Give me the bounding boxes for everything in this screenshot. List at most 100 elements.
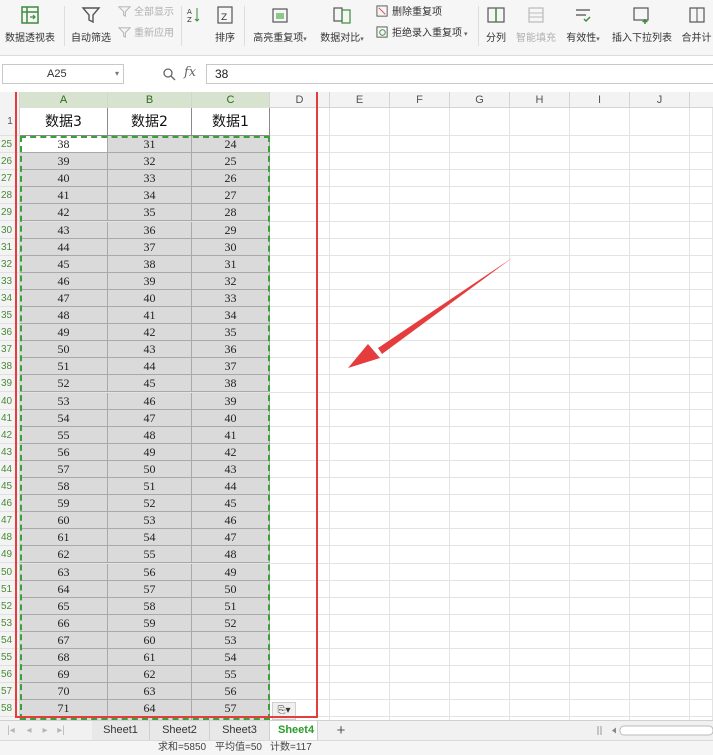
cell-b58[interactable]: 64 <box>108 700 192 718</box>
column-header-g[interactable]: G <box>450 92 510 108</box>
row-header-1[interactable]: 1 <box>0 108 20 136</box>
cell-b29[interactable]: 35 <box>108 204 192 222</box>
cell-c26[interactable]: 25 <box>192 153 270 171</box>
cell-b41[interactable]: 47 <box>108 409 192 427</box>
row-header-41[interactable]: 41 <box>0 410 20 427</box>
row-header-29[interactable]: 29 <box>0 204 20 222</box>
cell-a32[interactable]: 45 <box>20 255 108 273</box>
cell-b46[interactable]: 52 <box>108 495 192 513</box>
data-compare-button[interactable]: 数据对比▾ <box>316 0 368 52</box>
column-header-f[interactable]: F <box>390 92 450 108</box>
cell-a38[interactable]: 51 <box>20 358 108 376</box>
cell-b48[interactable]: 54 <box>108 529 192 547</box>
cell-a39[interactable]: 52 <box>20 375 108 393</box>
column-header-b[interactable]: B <box>108 92 192 108</box>
cell-a47[interactable]: 60 <box>20 512 108 530</box>
cell-a45[interactable]: 58 <box>20 478 108 496</box>
cell-c32[interactable]: 31 <box>192 255 270 273</box>
cell-a30[interactable]: 43 <box>20 221 108 239</box>
insert-dropdown-button[interactable]: 插入下拉列表 <box>610 0 674 52</box>
cell-b49[interactable]: 55 <box>108 546 192 564</box>
cell-b39[interactable]: 45 <box>108 375 192 393</box>
cell-c51[interactable]: 50 <box>192 580 270 598</box>
cell-a25[interactable]: 38 <box>20 136 108 154</box>
row-header-51[interactable]: 51 <box>0 581 20 598</box>
cell-b51[interactable]: 57 <box>108 580 192 598</box>
row-header-44[interactable]: 44 <box>0 461 20 478</box>
chevron-down-icon[interactable]: ▾ <box>115 65 119 83</box>
reject-duplicates-button[interactable]: 拒绝录入重复项 ▾ <box>376 26 467 42</box>
cell-b55[interactable]: 61 <box>108 649 192 667</box>
row-header-33[interactable]: 33 <box>0 273 20 290</box>
cell-b54[interactable]: 60 <box>108 631 192 649</box>
cell-c31[interactable]: 30 <box>192 238 270 256</box>
smart-fill-button[interactable]: 智能填充 <box>514 0 558 52</box>
cells-area[interactable]: 数据3 数据2 数据1 38 31 24 39 32 25 40 33 26 41 34 27 42 35 28 4… <box>20 108 713 720</box>
cell-b57[interactable]: 63 <box>108 683 192 701</box>
row-header-25[interactable]: 25 <box>0 136 20 154</box>
cell-a37[interactable]: 50 <box>20 341 108 359</box>
cell-a53[interactable]: 66 <box>20 614 108 632</box>
row-header-52[interactable]: 52 <box>0 598 20 615</box>
row-header-30[interactable]: 30 <box>0 222 20 239</box>
paste-options-button[interactable]: ⎘▾ <box>272 702 296 720</box>
row-header-31[interactable]: 31 <box>0 239 20 256</box>
row-header-32[interactable]: 32 <box>0 256 20 273</box>
cell-c42[interactable]: 41 <box>192 426 270 444</box>
remove-duplicates-button[interactable]: 删除重复项 <box>376 5 442 21</box>
row-header-34[interactable]: 34 <box>0 290 20 307</box>
cell-a28[interactable]: 41 <box>20 187 108 205</box>
auto-filter-button[interactable]: 自动筛选 <box>68 0 114 52</box>
text-to-columns-button[interactable]: 分列 <box>482 0 510 52</box>
formula-input[interactable]: 38 <box>206 64 713 84</box>
column-header-e[interactable]: E <box>330 92 390 108</box>
cell-c49[interactable]: 48 <box>192 546 270 564</box>
cell-a58[interactable]: 71 <box>20 700 108 718</box>
cell-c39[interactable]: 38 <box>192 375 270 393</box>
add-sheet-button[interactable]: + <box>332 721 350 740</box>
cell-c40[interactable]: 39 <box>192 392 270 410</box>
pivot-table-button[interactable]: 数据透视表 <box>2 0 58 52</box>
cell-b28[interactable]: 34 <box>108 187 192 205</box>
cell-c45[interactable]: 44 <box>192 478 270 496</box>
cell-c54[interactable]: 53 <box>192 631 270 649</box>
cell-b36[interactable]: 42 <box>108 324 192 342</box>
row-header-49[interactable]: 49 <box>0 546 20 564</box>
cell-c36[interactable]: 35 <box>192 324 270 342</box>
cell-c35[interactable]: 34 <box>192 307 270 325</box>
row-header-58[interactable]: 58 <box>0 700 20 718</box>
zoom-icon[interactable] <box>162 67 176 81</box>
cell-c47[interactable]: 46 <box>192 512 270 530</box>
cell-a43[interactable]: 56 <box>20 443 108 461</box>
cell-a35[interactable]: 48 <box>20 307 108 325</box>
cell-b34[interactable]: 40 <box>108 289 192 307</box>
reapply-button[interactable]: 重新应用 <box>118 26 174 42</box>
cell-b45[interactable]: 51 <box>108 478 192 496</box>
cell-a34[interactable]: 47 <box>20 289 108 307</box>
cell-b26[interactable]: 32 <box>108 153 192 171</box>
row-header-28[interactable]: 28 <box>0 187 20 205</box>
cell-c28[interactable]: 27 <box>192 187 270 205</box>
cell-a41[interactable]: 54 <box>20 409 108 427</box>
cell-b44[interactable]: 50 <box>108 460 192 478</box>
cell-c37[interactable]: 36 <box>192 341 270 359</box>
cell-a54[interactable]: 67 <box>20 631 108 649</box>
column-header-i[interactable]: I <box>570 92 630 108</box>
column-header-c[interactable]: C <box>192 92 270 108</box>
cell-a46[interactable]: 59 <box>20 495 108 513</box>
sheet-tab-sheet3[interactable]: Sheet3 <box>210 721 270 740</box>
cell-b33[interactable]: 39 <box>108 272 192 290</box>
header-cell-a[interactable]: 数据3 <box>20 108 108 136</box>
cell-b47[interactable]: 53 <box>108 512 192 530</box>
cell-b30[interactable]: 36 <box>108 221 192 239</box>
column-header-d[interactable]: D <box>270 92 330 108</box>
sort-ascending-button[interactable]: A Z <box>186 0 200 52</box>
cell-a55[interactable]: 68 <box>20 649 108 667</box>
row-header-55[interactable]: 55 <box>0 649 20 667</box>
row-header-36[interactable]: 36 <box>0 324 20 342</box>
sheet-tab-sheet1[interactable]: Sheet1 <box>92 721 150 740</box>
cell-a42[interactable]: 55 <box>20 426 108 444</box>
cell-c27[interactable]: 26 <box>192 170 270 188</box>
sheet-tab-sheet2[interactable]: Sheet2 <box>150 721 210 740</box>
cell-a56[interactable]: 69 <box>20 666 108 684</box>
